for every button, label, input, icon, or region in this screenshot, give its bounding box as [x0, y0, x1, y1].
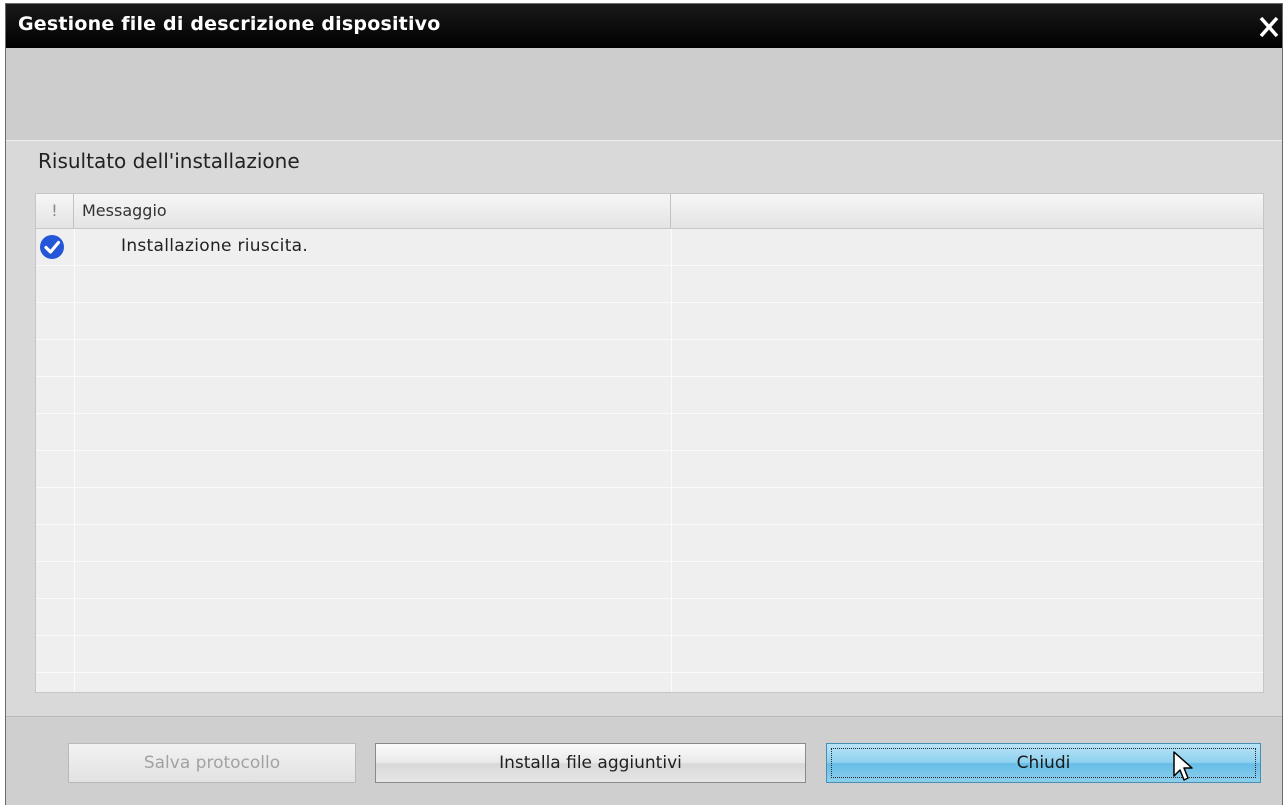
column-divider: [671, 266, 672, 302]
mouse-cursor-icon: [1173, 751, 1193, 781]
column-header-status[interactable]: !: [36, 194, 74, 228]
table-row[interactable]: [36, 414, 1263, 451]
column-divider: [74, 451, 75, 487]
column-divider: [671, 562, 672, 598]
close-button-label: Chiudi: [1016, 753, 1071, 773]
column-divider: [74, 303, 75, 339]
column-divider: [671, 636, 672, 672]
table-row[interactable]: [36, 377, 1263, 414]
install-additional-files-button[interactable]: Installa file aggiuntivi: [375, 743, 806, 783]
column-divider: [74, 229, 75, 265]
column-divider: [671, 377, 672, 413]
table-row[interactable]: [36, 599, 1263, 636]
column-divider: [671, 488, 672, 524]
column-divider: [74, 673, 75, 692]
table-row[interactable]: [36, 636, 1263, 673]
column-divider: [74, 562, 75, 598]
column-divider: [74, 266, 75, 302]
column-divider: [74, 414, 75, 450]
title-bar: Gestione file di descrizione dispositivo: [6, 4, 1282, 48]
table-row[interactable]: [36, 525, 1263, 562]
section-title: Risultato dell'installazione: [38, 149, 300, 173]
table-body: Installazione riuscita.: [36, 229, 1263, 692]
column-divider: [74, 340, 75, 376]
table-row[interactable]: [36, 488, 1263, 525]
column-divider: [671, 414, 672, 450]
table-row[interactable]: [36, 340, 1263, 377]
column-divider: [671, 451, 672, 487]
dialog-footer: Salva protocollo Installa file aggiuntiv…: [6, 716, 1282, 805]
table-row[interactable]: [36, 266, 1263, 303]
table-row[interactable]: Installazione riuscita.: [36, 229, 1263, 266]
check-circle-icon: [40, 235, 64, 259]
column-divider: [74, 525, 75, 561]
column-divider: [671, 340, 672, 376]
save-protocol-button[interactable]: Salva protocollo: [68, 743, 356, 783]
column-divider: [74, 488, 75, 524]
results-table: ! Messaggio Installazione riuscita.: [35, 193, 1264, 693]
column-divider: [671, 673, 672, 692]
column-divider: [671, 303, 672, 339]
column-divider: [671, 525, 672, 561]
header-band: [6, 48, 1282, 140]
close-icon-glyph: [1259, 16, 1279, 38]
table-row[interactable]: [36, 303, 1263, 340]
device-description-dialog: Gestione file di descrizione dispositivo…: [5, 3, 1283, 805]
column-header-extra[interactable]: [671, 194, 1263, 228]
column-divider: [74, 377, 75, 413]
table-row[interactable]: [36, 451, 1263, 488]
window-title: Gestione file di descrizione dispositivo: [18, 13, 441, 35]
column-divider: [74, 599, 75, 635]
table-header: ! Messaggio: [36, 194, 1263, 229]
column-divider: [671, 229, 672, 265]
table-row[interactable]: [36, 673, 1263, 692]
column-divider: [74, 636, 75, 672]
row-message: Installazione riuscita.: [121, 236, 309, 256]
column-divider: [671, 599, 672, 635]
table-row[interactable]: [36, 562, 1263, 599]
close-icon[interactable]: [1256, 14, 1282, 40]
column-header-message[interactable]: Messaggio: [74, 194, 671, 228]
